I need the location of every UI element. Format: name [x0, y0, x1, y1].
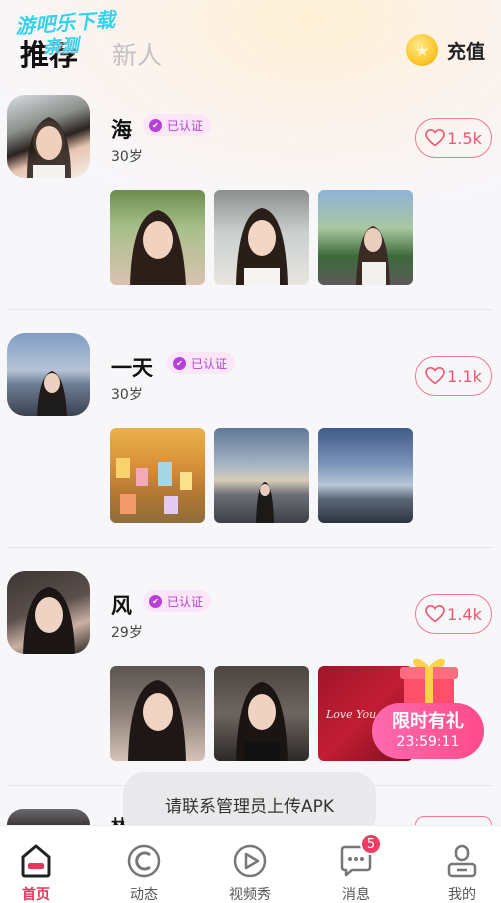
verified-check-icon: ✔: [149, 118, 162, 132]
photo[interactable]: [110, 666, 205, 761]
gift-countdown: 23:59:11: [396, 734, 460, 750]
tab-newcomers[interactable]: 新人: [112, 36, 162, 72]
header: 推荐 新人 游吧乐下载 亲测 ★ 充值: [0, 0, 501, 90]
tab-label: 视频秀: [229, 887, 271, 903]
photo[interactable]: [214, 666, 309, 761]
tab-home[interactable]: 首页: [0, 826, 86, 903]
recharge-button[interactable]: ★ 充值: [405, 34, 485, 66]
verified-badge: ✔ 已认证: [143, 590, 212, 612]
like-button[interactable]: 1.4k: [415, 594, 492, 634]
avatar[interactable]: [7, 333, 90, 416]
user-age: 30岁: [111, 387, 143, 403]
tab-label: 首页: [22, 887, 50, 903]
photo[interactable]: [214, 428, 309, 523]
home-icon: [18, 843, 54, 879]
user-name: 海: [111, 118, 132, 142]
tab-video-show[interactable]: 视频秀: [200, 826, 300, 903]
divider: [8, 547, 493, 548]
gift-widget[interactable]: 限时有礼 23:59:11: [372, 651, 484, 761]
gift-title: 限时有礼: [392, 711, 464, 732]
photo[interactable]: [110, 190, 205, 285]
heart-icon: [425, 367, 445, 385]
photo[interactable]: [214, 190, 309, 285]
avatar[interactable]: [7, 95, 90, 178]
photo-caption: Love You: [326, 708, 377, 721]
bottom-tab-bar: 首页 动态 视频秀 5 消息 我的: [0, 825, 501, 903]
gift-banner[interactable]: 限时有礼 23:59:11: [372, 703, 484, 759]
like-button[interactable]: 1.5k: [415, 118, 492, 158]
like-count: 1.1k: [447, 366, 482, 386]
heart-icon: [425, 129, 445, 147]
tab-label: 我的: [448, 887, 476, 903]
photo[interactable]: [318, 428, 413, 523]
like-button[interactable]: 1.1k: [415, 356, 492, 396]
user-name: 一天: [111, 356, 153, 380]
coin-icon: ★: [405, 34, 438, 66]
verified-label: 已认证: [167, 594, 204, 609]
verified-label: 已认证: [167, 118, 204, 133]
tab-label: 动态: [130, 887, 158, 903]
profile-icon: [444, 843, 480, 879]
user-name: 风: [111, 594, 132, 618]
like-count: 1.4k: [447, 604, 482, 624]
heart-icon: [425, 605, 445, 623]
verified-check-icon: ✔: [149, 594, 162, 608]
tab-profile[interactable]: 我的: [412, 826, 501, 903]
user-age: 29岁: [111, 625, 143, 641]
user-age: 30岁: [111, 149, 143, 165]
tab-messages[interactable]: 5 消息: [306, 826, 406, 903]
recharge-label: 充值: [446, 40, 485, 63]
tab-label: 消息: [342, 887, 370, 903]
tab-moments[interactable]: 动态: [94, 826, 194, 903]
gift-box-icon: [400, 658, 458, 707]
verified-check-icon: ✔: [173, 356, 186, 370]
unread-badge: 5: [360, 833, 382, 855]
photo[interactable]: [318, 190, 413, 285]
verified-label: 已认证: [191, 356, 228, 371]
verified-badge: ✔ 已认证: [143, 114, 212, 136]
like-count: 1.5k: [447, 128, 482, 148]
moments-icon: [126, 843, 162, 879]
photo[interactable]: [110, 428, 205, 523]
video-icon: [232, 843, 268, 879]
watermark: 游吧乐下载 亲测: [14, 8, 118, 62]
avatar[interactable]: [7, 809, 90, 825]
like-button[interactable]: [415, 816, 492, 825]
verified-badge: ✔ 已认证: [167, 352, 236, 374]
message-icon: 5: [338, 833, 382, 879]
avatar[interactable]: [7, 571, 90, 654]
divider: [8, 309, 493, 310]
